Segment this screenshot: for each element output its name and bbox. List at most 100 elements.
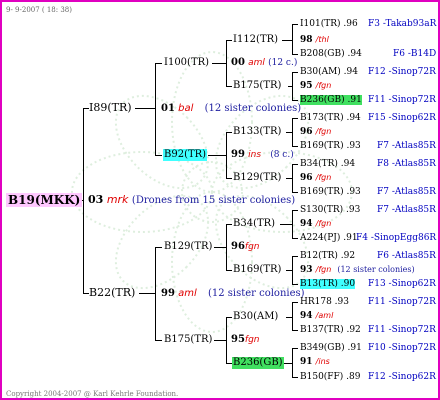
sire-id[interactable]: B22(TR) bbox=[89, 287, 135, 299]
gen2-dam-id-2[interactable]: B129(TR) bbox=[164, 241, 212, 253]
gen4-id[interactable]: B150(FF) bbox=[300, 372, 343, 382]
gen4-score: .94 bbox=[340, 67, 358, 77]
gen3-mating-line: 96fgn bbox=[231, 241, 260, 252]
gen4-family-code: /fgn bbox=[315, 81, 332, 90]
pedigree-frame: 9- 9-2007 ( 18: 38) Copyright 2004-2007 … bbox=[0, 0, 440, 400]
gen4-pedigree-link[interactable]: F12 -Sinop62R bbox=[368, 371, 436, 383]
gen4-id[interactable]: I101(TR) bbox=[300, 19, 341, 29]
gen4-pedigree-link[interactable]: F13 -Sinop62R bbox=[368, 278, 436, 290]
gen4-row: 93 /fgn (12 sister colonies) bbox=[300, 264, 415, 276]
queen-root[interactable]: B19(MKK) bbox=[6, 193, 83, 207]
gen3-id[interactable]: B30(AM) bbox=[233, 311, 278, 323]
mating-year: 03 bbox=[88, 193, 104, 206]
gen3-id[interactable]: B34(TR) bbox=[233, 218, 275, 230]
gen4-id[interactable]: B173(TR) bbox=[300, 113, 344, 123]
gen4-pedigree-link[interactable]: F15 -Sinop62R bbox=[368, 112, 436, 124]
gen4-pedigree-link[interactable]: F7 -Atlas85R bbox=[377, 204, 436, 216]
gen4-family-code: /ins bbox=[315, 357, 330, 366]
gen4-id[interactable]: B13(TR) bbox=[300, 279, 338, 289]
family-code: mrk bbox=[106, 193, 129, 206]
gen4-family-code: /thl bbox=[315, 35, 329, 44]
gen4-row: 96 /fgn bbox=[300, 126, 331, 138]
gen4-score: .93 bbox=[331, 297, 349, 307]
gen4-id[interactable]: S130(TR) bbox=[300, 205, 343, 215]
gen4-id[interactable]: B236(GB) bbox=[300, 95, 345, 105]
drone-note: (Drones from 15 sister colonies) bbox=[131, 195, 296, 206]
gen4-score: .90 bbox=[337, 279, 356, 289]
gen4-family-code: /fgn bbox=[315, 219, 332, 228]
gen2-mating-line: 01 bal (12 sister colonies) bbox=[161, 103, 302, 114]
gen4-mating-year: 91 bbox=[300, 357, 316, 367]
gen4-pedigree-link[interactable]: F7 -Atlas85R bbox=[377, 186, 436, 198]
gen4-family-code: /fgn bbox=[315, 265, 332, 274]
gen3-id[interactable]: B129(TR) bbox=[233, 172, 281, 184]
gen4-row: 95 /fgn bbox=[300, 80, 331, 92]
gen4-pedigree-link[interactable]: F10 -Sinop72R bbox=[368, 342, 436, 354]
gen3-id[interactable]: I112(TR) bbox=[233, 34, 278, 46]
gen4-mating-year: 95 bbox=[300, 81, 316, 91]
gen4-id[interactable]: A224(PJ) bbox=[300, 233, 340, 243]
gen4-score: .92 bbox=[343, 325, 361, 335]
gen4-row: B208(GB) .94 F6 -B14D bbox=[300, 48, 436, 60]
gen4-score: .91 bbox=[344, 95, 362, 105]
gen4-family-code: /aml bbox=[315, 311, 334, 320]
gen4-family-code: /fgn bbox=[315, 127, 332, 136]
gen3-id-highlight[interactable]: B236(GB) bbox=[232, 357, 284, 369]
gen4-id[interactable]: B34(TR) bbox=[300, 159, 338, 169]
gen4-pedigree-link[interactable]: F12 -Sinop72R bbox=[368, 66, 436, 78]
gen3-mating-line: 00 aml (12 c.) bbox=[231, 57, 298, 68]
gen4-row: 96 /fgn bbox=[300, 172, 331, 184]
gen4-mating-year: 93 bbox=[300, 265, 316, 275]
root-mating-line: 03 mrk (Drones from 15 sister colonies) bbox=[88, 194, 295, 207]
gen4-pedigree-link[interactable]: F3 -Takab93aR bbox=[368, 18, 436, 30]
gen4-row: B169(TR) .93 F7 -Atlas85R bbox=[300, 140, 436, 152]
gen4-id[interactable]: HR178 bbox=[300, 297, 332, 307]
gen4-row: B12(TR) .92 F6 -Atlas85R bbox=[300, 250, 436, 262]
gen2-mating-line-2: 99 aml (12 sister colonies) bbox=[161, 288, 305, 299]
gen4-row: B169(TR) .93 F7 -Atlas85R bbox=[300, 186, 436, 198]
gen4-id[interactable]: B208(GB) bbox=[300, 49, 345, 59]
gen2-sire-id-2[interactable]: B175(TR) bbox=[164, 334, 212, 346]
gen4-pedigree-link[interactable]: F11 -Sinop72R bbox=[368, 324, 436, 336]
gen3-mating-line: 95fgn bbox=[231, 334, 260, 345]
gen4-pedigree-link[interactable]: F6 -B14D bbox=[393, 48, 436, 60]
gen4-id[interactable]: B169(TR) bbox=[300, 141, 344, 151]
gen2-sire-id[interactable]: B92(TR) bbox=[163, 149, 208, 161]
copyright-notice: Copyright 2004-2007 @ Karl Kehrle Founda… bbox=[6, 390, 179, 398]
gen4-row: B13(TR) .90 F13 -Sinop62R bbox=[300, 278, 436, 290]
gen4-id[interactable]: B12(TR) bbox=[300, 251, 338, 261]
gen3-id[interactable]: B169(TR) bbox=[233, 264, 281, 276]
gen4-id[interactable]: B30(AM) bbox=[300, 67, 341, 77]
gen3-id[interactable]: B133(TR) bbox=[233, 126, 281, 138]
gen4-pedigree-link[interactable]: F7 -Atlas85R bbox=[377, 140, 436, 152]
gen3-id[interactable]: B175(TR) bbox=[233, 80, 281, 92]
gen4-row: I101(TR) .96 F3 -Takab93aR bbox=[300, 18, 436, 30]
gen4-row: A224(PJ) .91 F4 -SinopEgg86R bbox=[300, 232, 436, 244]
gen4-id[interactable]: B137(TR) bbox=[300, 325, 344, 335]
gen4-score: .93 bbox=[343, 205, 361, 215]
gen4-row: 94 /fgn bbox=[300, 218, 331, 230]
print-date: 9- 9-2007 ( 18: 38) bbox=[6, 6, 72, 14]
gen4-score: .91 bbox=[340, 233, 358, 243]
gen4-row: B150(FF) .89 F12 -Sinop62R bbox=[300, 371, 436, 383]
dam-id[interactable]: I89(TR) bbox=[89, 102, 132, 114]
gen4-pedigree-link[interactable]: F11 -Sinop72R bbox=[368, 296, 436, 308]
gen4-mating-year: 98 bbox=[300, 35, 316, 45]
gen4-row: B137(TR) .92 F11 -Sinop72R bbox=[300, 324, 436, 336]
gen4-score: .89 bbox=[343, 372, 361, 382]
gen4-pedigree-link[interactable]: F6 -Atlas85R bbox=[377, 250, 436, 262]
gen4-pedigree-link[interactable]: F8 -Atlas85R bbox=[377, 158, 436, 170]
gen4-family-code: /fgn bbox=[315, 173, 332, 182]
gen4-row: 91 /ins bbox=[300, 356, 330, 368]
gen4-score: .92 bbox=[337, 251, 356, 261]
gen4-row: B236(GB) .91 F11 -Sinop72R bbox=[300, 94, 436, 106]
gen4-pedigree-link[interactable]: F11 -Sinop72R bbox=[368, 94, 436, 106]
gen4-row: 98 /thl bbox=[300, 34, 329, 46]
gen4-mating-year: 94 bbox=[300, 311, 316, 321]
gen4-row: B349(GB) .91 F10 -Sinop72R bbox=[300, 342, 436, 354]
gen4-row: B34(TR) .94 F8 -Atlas85R bbox=[300, 158, 436, 170]
gen4-id[interactable]: B349(GB) bbox=[300, 343, 345, 353]
gen2-dam-id[interactable]: I100(TR) bbox=[164, 57, 209, 69]
gen4-pedigree-link[interactable]: F4 -SinopEgg86R bbox=[356, 232, 436, 244]
gen4-id[interactable]: B169(TR) bbox=[300, 187, 344, 197]
